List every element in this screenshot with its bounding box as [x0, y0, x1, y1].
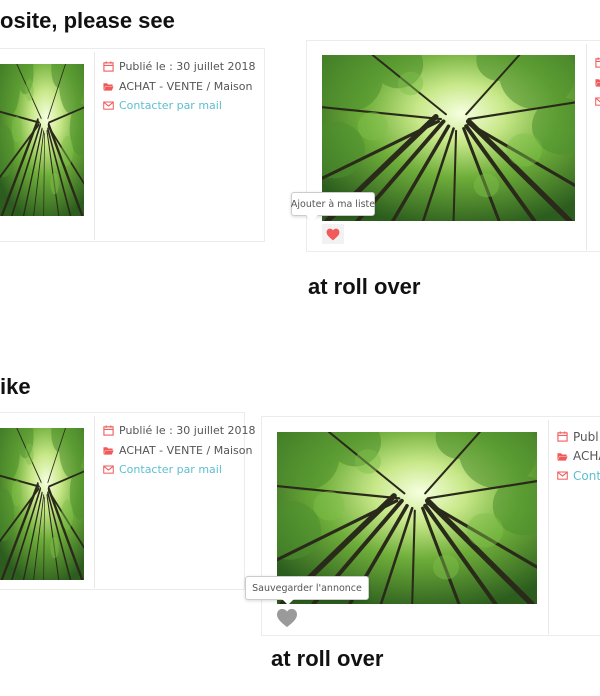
category-text: ACHA	[573, 449, 600, 464]
calendar-icon	[103, 425, 114, 436]
calendar-icon	[103, 61, 114, 72]
category-row: ACHAT - VENTE / Maison	[103, 77, 256, 97]
listing-meta-bottom-left: Publié le : 30 juillet 2018 ACHAT - VENT…	[103, 421, 256, 480]
contact-row[interactable]: Contacter par mail	[103, 460, 256, 480]
card-divider	[94, 416, 95, 588]
add-to-list-tooltip: Ajouter à ma liste	[291, 192, 375, 221]
bottom-intro-heading: ike	[0, 374, 31, 399]
add-to-list-button[interactable]	[322, 224, 344, 244]
contact-row[interactable]: Contacter par mail	[103, 96, 256, 116]
top-intro-heading: osite, please see	[0, 8, 175, 33]
listing-meta-bottom-right: Publ ACHA Cont	[557, 427, 600, 486]
contact-row[interactable]: Cont	[557, 466, 600, 486]
category-row: ACHAT - VENTE / Maison	[103, 441, 256, 461]
listing-photo[interactable]	[0, 428, 84, 580]
bottom-rollover-heading: at roll over	[271, 646, 384, 671]
card-divider	[586, 44, 587, 250]
published-text: Publié le : 30 juillet 2018	[119, 60, 256, 74]
contact-link[interactable]: Contacter par mail	[119, 99, 222, 112]
folder-open-icon	[103, 81, 114, 92]
contact-link[interactable]: Cont	[573, 469, 600, 483]
contact-link[interactable]: Contacter par mail	[119, 463, 222, 476]
published-row: Publié le : 30 juillet 2018	[103, 57, 256, 77]
heart-icon	[276, 608, 298, 628]
listing-meta-top-right-icons	[595, 53, 600, 112]
category-text: ACHAT - VENTE / Maison	[119, 443, 253, 457]
category-row: ACHA	[557, 447, 600, 467]
heart-icon	[326, 228, 340, 241]
save-ad-tooltip: Sauvegarder l'annonce	[245, 576, 369, 605]
top-rollover-heading: at roll over	[308, 274, 421, 299]
calendar-icon	[595, 57, 600, 68]
published-text: Publ	[573, 429, 599, 444]
envelope-icon	[595, 96, 600, 107]
folder-open-icon	[103, 445, 114, 456]
listing-meta-top-left: Publié le : 30 juillet 2018 ACHAT - VENT…	[103, 57, 256, 116]
listing-photo[interactable]	[0, 64, 84, 216]
save-ad-button[interactable]	[274, 606, 300, 630]
published-text: Publié le : 30 juillet 2018	[119, 424, 256, 438]
calendar-icon	[557, 431, 568, 442]
published-row: Publié le : 30 juillet 2018	[103, 421, 256, 441]
card-divider	[94, 52, 95, 240]
published-row: Publ	[557, 427, 600, 447]
envelope-icon	[557, 470, 568, 481]
envelope-icon	[103, 100, 114, 111]
folder-open-icon	[557, 451, 568, 462]
folder-open-icon	[595, 77, 600, 88]
envelope-icon	[103, 464, 114, 475]
category-text: ACHAT - VENTE / Maison	[119, 79, 253, 93]
card-divider	[548, 420, 549, 634]
